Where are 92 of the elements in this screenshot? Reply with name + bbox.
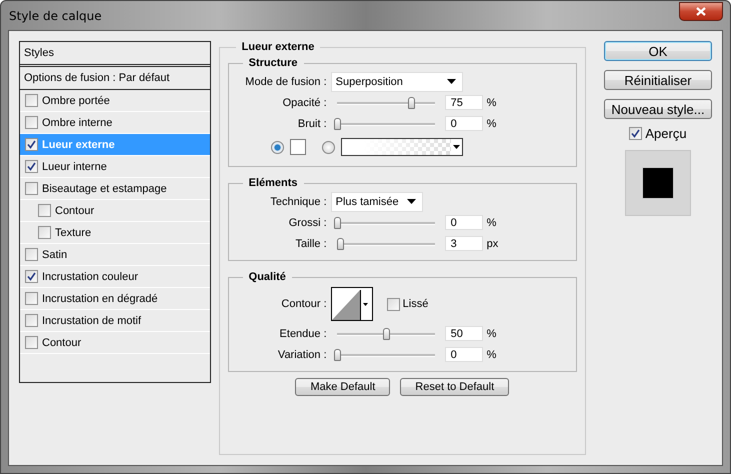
item-label: Texture bbox=[55, 226, 92, 238]
field-label: Variation : bbox=[276, 348, 328, 360]
field-label: Technique : bbox=[269, 196, 328, 208]
list-item[interactable]: Incrustation en dégradé bbox=[20, 288, 210, 310]
value-field[interactable]: 3 bbox=[444, 236, 483, 251]
slider-thumb[interactable] bbox=[408, 96, 416, 108]
checkbox[interactable] bbox=[25, 182, 38, 195]
checkbox[interactable] bbox=[25, 116, 38, 129]
slider-thumb[interactable] bbox=[334, 216, 341, 228]
value-field[interactable]: 0 bbox=[444, 347, 483, 362]
window-title: Style de calque bbox=[9, 8, 102, 22]
unit-label: % bbox=[486, 96, 496, 108]
dialog-button[interactable]: Nouveau style... bbox=[604, 99, 712, 119]
checkbox[interactable] bbox=[25, 270, 38, 283]
panel-button[interactable]: Make Default bbox=[295, 378, 390, 396]
item-label: Incrustation en dégradé bbox=[42, 292, 158, 304]
list-item[interactable]: Contour bbox=[20, 200, 210, 222]
preview-square bbox=[642, 167, 674, 199]
slider-thumb[interactable] bbox=[336, 238, 344, 250]
checkbox[interactable] bbox=[25, 314, 38, 327]
field-label: Etendue : bbox=[278, 328, 328, 340]
checkbox[interactable] bbox=[25, 336, 38, 349]
panel-title: Lueur externe bbox=[240, 41, 316, 53]
unit-label: % bbox=[486, 118, 496, 130]
slider-thumb[interactable] bbox=[334, 348, 341, 360]
unit-label: % bbox=[486, 348, 496, 360]
list-item[interactable]: Lueur interne bbox=[20, 156, 210, 178]
caret-icon bbox=[452, 145, 460, 149]
dialog-button[interactable]: OK bbox=[604, 41, 712, 61]
checkbox[interactable] bbox=[25, 138, 38, 151]
item-label: Lueur externe bbox=[42, 138, 115, 150]
technique-dropdown[interactable]: Plus tamisée bbox=[330, 192, 423, 212]
checkbox[interactable] bbox=[38, 226, 51, 239]
item-label: Lueur interne bbox=[42, 160, 107, 172]
checkbox[interactable] bbox=[25, 248, 38, 261]
radio-button[interactable] bbox=[322, 140, 335, 154]
checkbox[interactable] bbox=[38, 204, 51, 217]
item-label: Incrustation de motif bbox=[42, 314, 142, 326]
slider-thumb[interactable] bbox=[382, 328, 390, 340]
field-label: Bruit : bbox=[296, 118, 328, 130]
caret-icon bbox=[362, 302, 368, 306]
list-item[interactable]: Options de fusion : Par défaut bbox=[20, 67, 210, 90]
field-label: Mode de fusion : bbox=[244, 76, 328, 88]
item-label: Ombre portée bbox=[42, 94, 110, 106]
panel-button[interactable]: Reset to Default bbox=[400, 378, 510, 396]
radio-button[interactable] bbox=[270, 140, 284, 154]
field-label: Grossi : bbox=[288, 216, 328, 228]
list-item[interactable]: Incrustation couleur bbox=[20, 266, 210, 288]
checkbox[interactable] bbox=[386, 298, 400, 310]
caret-icon bbox=[446, 79, 456, 84]
item-label: Incrustation couleur bbox=[42, 270, 138, 282]
group-title: Eléments bbox=[248, 177, 299, 189]
field-label: Opacité : bbox=[282, 96, 328, 108]
value-field[interactable]: 75 bbox=[444, 95, 483, 110]
list-header: Styles bbox=[20, 42, 210, 67]
color-swatch[interactable] bbox=[290, 139, 306, 155]
field-label: Taille : bbox=[294, 238, 328, 250]
item-label: Contour bbox=[42, 336, 82, 348]
checkbox[interactable] bbox=[25, 94, 38, 107]
checkbox-label: Lissé bbox=[402, 298, 428, 310]
group-title: Structure bbox=[248, 57, 299, 69]
close-button[interactable] bbox=[679, 2, 723, 20]
slider-thumb[interactable] bbox=[334, 118, 341, 130]
field-label: Contour : bbox=[280, 298, 328, 310]
item-label: Satin bbox=[42, 248, 68, 260]
checkbox[interactable] bbox=[25, 292, 38, 305]
list-item[interactable]: Biseautage et estampage bbox=[20, 178, 210, 200]
item-label: Biseautage et estampage bbox=[42, 182, 167, 194]
blend-mode-dropdown[interactable]: Superposition bbox=[330, 72, 463, 92]
contour-curve-icon bbox=[332, 290, 361, 320]
group-title: Qualité bbox=[248, 271, 287, 283]
item-label: Contour bbox=[55, 204, 94, 216]
close-icon bbox=[696, 6, 706, 16]
contour-picker[interactable] bbox=[330, 287, 373, 321]
checkbox[interactable] bbox=[629, 127, 642, 140]
checkbox[interactable] bbox=[25, 160, 38, 173]
list-item[interactable]: Ombre portée bbox=[20, 90, 210, 112]
caret-icon bbox=[406, 199, 416, 204]
dialog-button[interactable]: Réinitialiser bbox=[604, 70, 712, 90]
unit-label: px bbox=[486, 238, 498, 250]
list-item[interactable]: Incrustation de motif bbox=[20, 310, 210, 332]
checkbox-label: Aperçu bbox=[645, 126, 687, 141]
gradient-picker[interactable] bbox=[340, 138, 463, 156]
value-field[interactable]: 50 bbox=[444, 326, 483, 341]
item-label: Ombre interne bbox=[42, 116, 112, 128]
list-item[interactable]: Satin bbox=[20, 244, 210, 266]
value-field[interactable]: 0 bbox=[444, 215, 483, 230]
list-item[interactable]: Contour bbox=[20, 332, 210, 354]
value-field[interactable]: 0 bbox=[444, 116, 483, 131]
unit-label: % bbox=[486, 216, 496, 228]
list-item[interactable]: Texture bbox=[20, 222, 210, 244]
unit-label: % bbox=[486, 328, 496, 340]
